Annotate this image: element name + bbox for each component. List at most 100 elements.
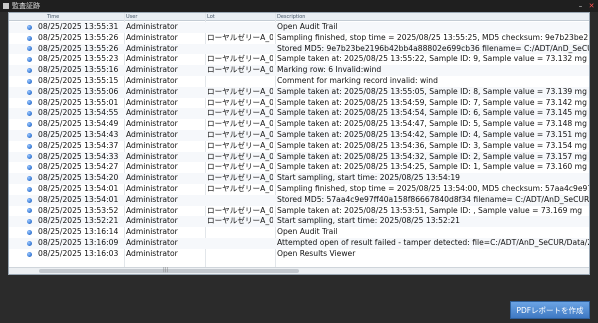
table-row[interactable]: 08/25/2025 13:55:23 Administrator ローヤルゼリーA…: [9, 54, 589, 65]
horizontal-scrollbar[interactable]: |||: [9, 267, 589, 274]
table-row[interactable]: 08/25/2025 13:55:15 Administrator Comment …: [9, 75, 589, 87]
table-row[interactable]: 08/25/2025 13:54:27 Administrator ローヤルゼリーA…: [9, 162, 589, 173]
table-row[interactable]: 08/25/2025 13:54:49 Administrator ローヤルゼリーA…: [9, 119, 589, 130]
table-row[interactable]: 08/25/2025 13:16:14 Administrator Open Aud…: [9, 227, 589, 238]
cell-lot: ローヤルゼリーA_03: [207, 97, 273, 107]
cell-lot: ローヤルゼリーA_03: [207, 54, 273, 64]
scrollbar-thumb[interactable]: |||: [39, 267, 299, 273]
table-row[interactable]: 08/25/2025 13:54:55 Administrator ローヤルゼリーA…: [9, 108, 589, 120]
cell-time: 08/25/2025 13:54:01: [38, 183, 119, 193]
cell-time: 08/25/2025 13:54:27: [38, 162, 119, 172]
cell-time: 08/25/2025 13:55:23: [38, 54, 119, 64]
record-icon: [27, 100, 32, 106]
cell-time: 08/25/2025 13:54:37: [38, 140, 119, 150]
title-bar: 監査証跡 – ✕: [0, 0, 598, 12]
table-row[interactable]: 08/25/2025 13:53:52 Administrator ローヤルゼリーA…: [9, 205, 589, 217]
cell-user: Administrator: [126, 227, 178, 237]
table-row[interactable]: 08/25/2025 13:16:03 Administrator Open Res…: [9, 248, 589, 260]
cell-description: Sample taken at: 2025/08/25 13:55:05, Sa…: [277, 86, 587, 96]
cell-description: Open Audit Trail: [277, 227, 338, 237]
cell-time: 08/25/2025 13:54:49: [38, 119, 119, 129]
record-icon: [27, 35, 32, 41]
create-pdf-report-button[interactable]: PDFレポートを作成: [510, 301, 590, 319]
cell-description: Sample taken at: 2025/08/25 13:54:42, Sa…: [277, 129, 587, 139]
cell-lot: ローヤルゼリーA_02: [207, 183, 273, 193]
cell-lot: ローヤルゼリーA_03: [207, 65, 273, 75]
cell-description: Sample taken at: 2025/08/25 13:54:36, Sa…: [277, 140, 587, 150]
table-row[interactable]: 08/25/2025 13:54:01 Administrator Stored M…: [9, 194, 590, 206]
cell-lot: ローヤルゼリーA_02: [207, 205, 273, 215]
cell-lot: ローヤルゼリーA_03: [207, 86, 273, 96]
cell-description: Open Audit Trail: [277, 22, 338, 31]
cell-time: 08/25/2025 13:16:09: [38, 237, 119, 247]
window-controls: – ✕: [577, 0, 595, 12]
cell-description: Stored MD5: 57aa4c9e97ff40a158f86667840d…: [277, 194, 590, 204]
table-body: 08/25/2025 13:55:31 Administrator Open Aud…: [9, 22, 590, 260]
cell-time: 08/25/2025 13:54:20: [38, 173, 119, 183]
scrollbar-grip: |||: [163, 267, 169, 273]
cell-description: Stored MD5: 9e7b23be2196b42bb4a88802e699…: [277, 43, 590, 53]
cell-lot: ローヤルゼリーA_03: [207, 162, 273, 172]
cell-user: Administrator: [126, 119, 178, 129]
table-row[interactable]: 08/25/2025 13:54:01 Administrator ローヤルゼリーA…: [9, 183, 589, 195]
cell-description: Marking row: 6 Invalid:wind: [277, 65, 382, 75]
cell-user: Administrator: [126, 151, 178, 161]
cell-description: Sampling finished, stop time = 2025/08/2…: [277, 32, 590, 42]
record-icon: [27, 208, 32, 214]
record-icon: [27, 132, 32, 138]
column-header-user[interactable]: User: [126, 13, 137, 21]
close-button[interactable]: ✕: [588, 0, 595, 12]
column-header-lot[interactable]: Lot: [207, 13, 215, 21]
table-row[interactable]: 08/25/2025 13:54:33 Administrator ローヤルゼリーA…: [9, 151, 589, 163]
cell-time: 08/25/2025 13:16:14: [38, 227, 119, 237]
cell-time: 08/25/2025 13:53:52: [38, 205, 119, 215]
record-icon: [27, 78, 32, 84]
cell-time: 08/25/2025 13:52:21: [38, 216, 119, 226]
window-title: 監査証跡: [12, 2, 40, 10]
cell-lot: ローヤルゼリーA_03: [207, 151, 273, 161]
cell-time: 08/25/2025 13:55:15: [38, 75, 119, 85]
cell-description: Comment for marking record invalid: wind: [277, 75, 438, 85]
cell-description: Start sampling, start time: 2025/08/25 1…: [277, 173, 460, 183]
cell-user: Administrator: [126, 75, 178, 85]
table-header: Time User Lot Description: [9, 13, 589, 21]
record-icon: [27, 165, 32, 171]
record-icon: [27, 67, 32, 73]
column-header-time[interactable]: Time: [47, 13, 59, 21]
record-icon: [27, 197, 32, 203]
cell-lot: ローヤルゼリーA_03: [207, 173, 273, 183]
table-row[interactable]: 08/25/2025 13:55:01 Administrator ローヤルゼリーA…: [9, 97, 589, 109]
cell-time: 08/25/2025 13:55:01: [38, 97, 119, 107]
cell-time: 08/25/2025 13:55:16: [38, 65, 119, 75]
cell-user: Administrator: [126, 162, 178, 172]
record-icon: [27, 111, 32, 117]
table-row[interactable]: 08/25/2025 13:55:26 Administrator Stored M…: [9, 43, 590, 55]
table-row[interactable]: 08/25/2025 13:55:16 Administrator ローヤルゼリーA…: [9, 65, 589, 76]
cell-user: Administrator: [126, 65, 178, 75]
cell-time: 08/25/2025 13:54:55: [38, 108, 119, 118]
record-icon: [27, 240, 32, 246]
table-row[interactable]: 08/25/2025 13:55:26 Administrator ローヤルゼリーA…: [9, 32, 590, 44]
column-header-description[interactable]: Description: [277, 13, 305, 21]
cell-lot: ローヤルゼリーA_03: [207, 32, 273, 42]
record-icon: [27, 186, 32, 192]
cell-user: Administrator: [126, 108, 178, 118]
cell-time: 08/25/2025 13:54:33: [38, 151, 119, 161]
table-row[interactable]: 08/25/2025 13:16:09 Administrator Attempte…: [9, 237, 589, 249]
record-icon: [27, 89, 32, 95]
cell-lot: ローヤルゼリーA_03: [207, 108, 273, 118]
cell-time: 08/25/2025 13:16:03: [38, 248, 119, 258]
record-icon: [27, 121, 32, 127]
table-row[interactable]: 08/25/2025 13:52:21 Administrator ローヤルゼリーA…: [9, 216, 589, 228]
cell-description: Open Results Viewer: [277, 248, 356, 258]
table-row[interactable]: 08/25/2025 13:54:37 Administrator ローヤルゼリーA…: [9, 140, 589, 152]
table-row[interactable]: 08/25/2025 13:55:31 Administrator Open Aud…: [9, 22, 589, 33]
table-row[interactable]: 08/25/2025 13:54:20 Administrator ローヤルゼリーA…: [9, 173, 589, 184]
record-icon: [27, 251, 32, 257]
cell-user: Administrator: [126, 140, 178, 150]
table-row[interactable]: 08/25/2025 13:55:06 Administrator ローヤルゼリーA…: [9, 86, 589, 98]
table-row[interactable]: 08/25/2025 13:54:43 Administrator ローヤルゼリーA…: [9, 129, 589, 141]
minimize-button[interactable]: –: [577, 0, 584, 12]
record-icon: [27, 219, 32, 225]
cell-user: Administrator: [126, 237, 178, 247]
